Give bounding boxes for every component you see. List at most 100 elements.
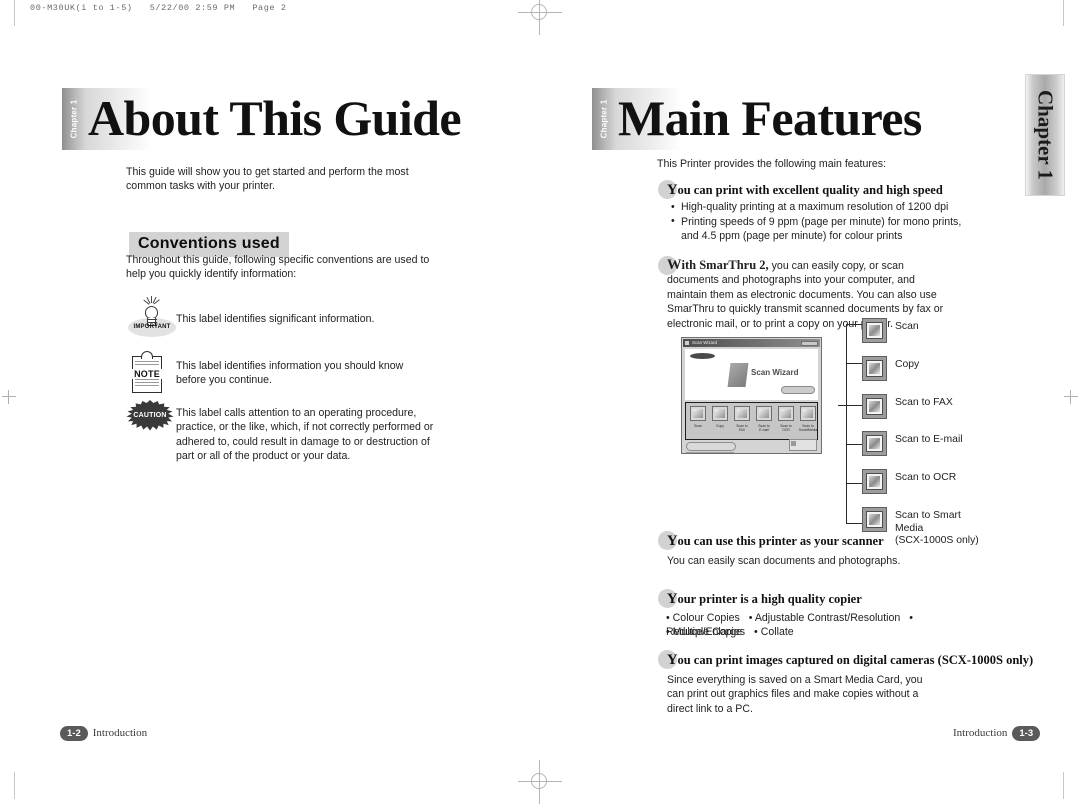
- scan-header-text: 00-M30UK(i to 1-5) 5/22/00 2:59 PM Page …: [30, 3, 287, 13]
- right-page-footer: Introduction 1-3: [948, 726, 1041, 741]
- list-item: Printing speeds of 9 ppm (page per minut…: [670, 214, 980, 230]
- crop-mark-right: [1064, 390, 1078, 404]
- right-page-footer-label: Introduction: [953, 727, 1008, 740]
- feature-heading-text: You can print images captured on digital…: [667, 652, 1033, 669]
- scan-wizard-action-pill: [781, 386, 815, 394]
- toolbar-button-email: [756, 406, 772, 421]
- conventions-intro: Throughout this guide, following specifi…: [126, 254, 430, 281]
- note-clipboard-icon: NOTE: [130, 350, 164, 394]
- convention-text-important: This label identifies significant inform…: [176, 313, 375, 325]
- toolbar-label-smartmedia: Scan to SmartMedia: [798, 424, 818, 433]
- toolbar-button-smartmedia: [800, 406, 816, 421]
- right-page-intro: This Printer provides the following main…: [657, 158, 887, 170]
- important-bulb-icon: IMPORTANT: [126, 296, 178, 342]
- feature-dropcap: Y: [667, 591, 678, 607]
- copier-item: • Colour Copies: [666, 612, 740, 624]
- scan-to-email-icon: [862, 431, 887, 456]
- scan-icon: [862, 318, 887, 343]
- scanned-document-spread: 00-M30UK(i to 1-5) 5/22/00 2:59 PM Page …: [0, 0, 1080, 804]
- left-chapter-tab: Chapter 1: [62, 88, 86, 150]
- scan-wizard-titlebar: Scan Wizard: [683, 339, 820, 347]
- registration-mark-top: [518, 0, 562, 35]
- list-item: High-quality printing at a maximum resol…: [670, 200, 980, 215]
- callout-label: Scan to FAX: [895, 397, 953, 408]
- scanner-illustration-icon: [727, 363, 749, 387]
- scan-wizard-status-underline: [686, 452, 734, 453]
- feature-dropcap: Y: [667, 652, 678, 668]
- crop-mark-left: [2, 390, 16, 404]
- window-controls: [801, 340, 818, 346]
- system-menu-icon: [685, 341, 689, 345]
- copier-item: • Adjustable Contrast/Resolution: [748, 612, 901, 624]
- toolbar-button-fax: [734, 406, 750, 421]
- feature-dropcap: W: [667, 257, 682, 273]
- feature-heading-text: You can use this printer as your scanner: [667, 533, 884, 550]
- left-chapter-tab-label: Chapter 1: [69, 99, 79, 139]
- left-page-intro: This guide will show you to get started …: [126, 166, 409, 193]
- copier-item: • Multiple Copies: [666, 626, 746, 638]
- right-chapter-tab: Chapter 1: [592, 88, 616, 150]
- right-page-title: Main Features: [618, 90, 922, 146]
- feature-heading-rest: our printer is a high quality copier: [677, 592, 862, 606]
- caution-starburst-icon: CAUTION: [126, 400, 174, 434]
- toolbar-label-scan: Scan: [694, 424, 702, 428]
- left-page-title: About This Guide: [88, 90, 462, 146]
- scan-wizard-canvas: Scan Wizard: [685, 349, 818, 400]
- scan-wizard-dialog-screenshot: Scan Wizard Scan Wizard Scan Copy Scan t…: [681, 337, 822, 454]
- scan-to-smart-media-icon: [862, 507, 887, 532]
- feature-heading-rest: ou can use this printer as your scanner: [677, 534, 884, 548]
- copy-icon: [862, 356, 887, 381]
- toolbar-button-scan: [690, 406, 706, 421]
- convention-text-caution: This label calls attention to an operati…: [176, 407, 434, 463]
- trim-line-right-bottom: [1063, 772, 1064, 799]
- copier-feature-line-2: • Multiple Copies • Collate: [666, 625, 986, 639]
- toolbar-label-ocr: Scan to OCR: [780, 424, 792, 433]
- toolbar-label-email: Scan to E-mail: [758, 424, 770, 433]
- feature-paragraph-scanner: You can easily scan documents and photog…: [667, 555, 901, 567]
- trim-line-left-bottom: [14, 772, 15, 799]
- scan-wizard-mini-panel: [789, 439, 817, 451]
- toolbar-button-ocr: [778, 406, 794, 421]
- important-icon-label: IMPORTANT: [133, 324, 171, 330]
- feature-heading-rest: ou can print images captured on digital …: [677, 653, 1034, 667]
- toolbar-button-copy: [712, 406, 728, 421]
- left-page-title-block: Chapter 1 About This Guide: [62, 88, 462, 150]
- samsung-logo-icon: [690, 353, 715, 359]
- feature-dropcap: Y: [667, 533, 678, 549]
- toolbar-label-fax: Scan to FAX: [736, 424, 748, 433]
- callout-label: Scan to E-mail: [895, 434, 963, 445]
- scan-to-fax-icon: [862, 394, 887, 419]
- feature-paragraph-digital-cameras: Since everything is saved on a Smart Med…: [667, 674, 923, 715]
- feature-heading-text: Your printer is a high quality copier: [667, 591, 862, 608]
- side-chapter-thumb-tab: Chapter 1: [1025, 74, 1065, 196]
- feature-heading-rest: ou can print with excellent quality and …: [677, 183, 943, 197]
- scan-wizard-toolbar: Scan Copy Scan to FAX Scan to E-mail Scan …: [685, 402, 818, 440]
- feature-dropcap: Y: [667, 182, 678, 198]
- trim-line-left: [14, 0, 15, 26]
- side-chapter-thumb-label: Chapter 1: [1033, 89, 1058, 181]
- scan-to-ocr-icon: [862, 469, 887, 494]
- left-page-number-badge: 1-2: [60, 726, 88, 741]
- scan-wizard-app-title: Scan Wizard: [751, 368, 799, 377]
- scan-wizard-titlebar-label: Scan Wizard: [692, 339, 717, 345]
- list-item-continuation: and 4.5 ppm (page per minute) for colour…: [681, 230, 903, 243]
- feature-heading-rest: ith SmarThru 2,: [681, 258, 769, 272]
- right-page-title-block: Chapter 1 Main Features: [592, 88, 992, 150]
- feature-bullets-print-quality: High-quality printing at a maximum resol…: [670, 200, 980, 244]
- copier-item: • Collate: [754, 626, 794, 638]
- toolbar-label-copy: Copy: [716, 424, 724, 428]
- callout-label: Scan to Smart Media (SCX-1000S only): [895, 510, 979, 547]
- left-page-footer: 1-2 Introduction: [60, 726, 152, 741]
- callout-label: Scan to OCR: [895, 472, 957, 483]
- callout-label: Scan: [895, 321, 919, 332]
- callout-label: Copy: [895, 359, 920, 370]
- convention-text-note: This label identifies information you sh…: [176, 360, 404, 387]
- registration-mark-bottom: [518, 760, 562, 804]
- left-page-footer-label: Introduction: [92, 727, 148, 740]
- right-chapter-tab-label: Chapter 1: [599, 99, 609, 139]
- note-icon-label: NOTE: [132, 369, 162, 379]
- trim-line-right: [1063, 0, 1064, 26]
- caution-icon-label: CAUTION: [133, 412, 167, 419]
- right-page-number-badge: 1-3: [1012, 726, 1041, 741]
- feature-heading-text: You can print with excellent quality and…: [667, 182, 943, 199]
